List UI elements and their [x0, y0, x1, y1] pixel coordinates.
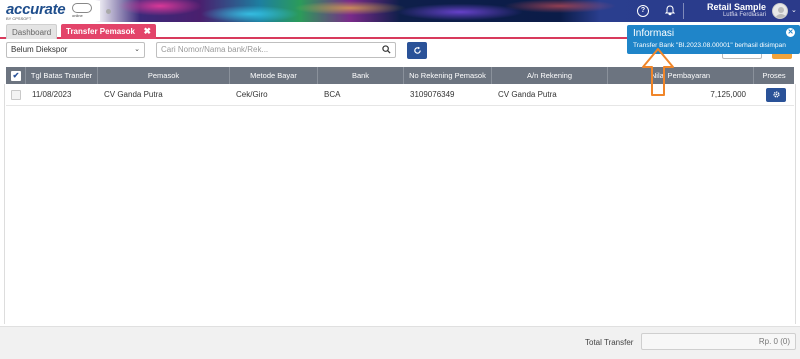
- avatar[interactable]: [772, 3, 788, 19]
- column-header[interactable]: Bank: [318, 67, 404, 84]
- status-dot-icon: [106, 9, 111, 14]
- cell-amount: 7,125,000: [710, 90, 746, 99]
- column-header[interactable]: Tgl Batas Transfer: [26, 67, 98, 84]
- column-header[interactable]: A/n Rekening: [492, 67, 608, 84]
- total-transfer-value: Rp. 0 (0): [641, 333, 796, 350]
- close-icon[interactable]: ✖: [143, 24, 151, 39]
- refresh-icon: [413, 46, 421, 54]
- arrow-up-icon: [642, 48, 674, 96]
- row-checkbox[interactable]: [11, 90, 21, 100]
- column-header[interactable]: Pemasok: [98, 67, 230, 84]
- bell-icon[interactable]: [664, 5, 676, 17]
- cell-method: Cek/Giro: [236, 90, 268, 99]
- select-all-cell: ✔: [6, 67, 26, 84]
- column-header[interactable]: No Rekening Pemasok: [404, 67, 492, 84]
- content-border-right: [795, 84, 796, 324]
- accurate-logo[interactable]: accurate BY CPSSOFT online: [2, 1, 100, 21]
- user-company-name[interactable]: Retail Sample: [700, 2, 766, 12]
- cell-bank: BCA: [324, 90, 341, 99]
- logo-online-text: online: [72, 13, 83, 18]
- column-header[interactable]: Nilai Pembayaran: [608, 67, 754, 84]
- column-header[interactable]: Proses: [754, 67, 794, 84]
- cell-date: 11/08/2023: [32, 90, 72, 99]
- refresh-button[interactable]: [407, 42, 427, 59]
- search-input[interactable]: Cari Nomor/Nama bank/Rek...: [156, 42, 396, 58]
- gear-icon: [772, 91, 780, 98]
- select-all-checkbox[interactable]: ✔: [11, 71, 21, 81]
- status-filter-select[interactable]: Belum Diekspor ⌄: [6, 42, 145, 58]
- search-placeholder: Cari Nomor/Nama bank/Rek...: [161, 45, 269, 54]
- tab-label: Dashboard: [12, 28, 52, 37]
- search-icon[interactable]: [382, 45, 391, 54]
- column-header[interactable]: Metode Bayar: [230, 67, 318, 84]
- header-divider: [683, 3, 684, 19]
- notification-title: Informasi: [633, 28, 675, 39]
- cloud-icon: [72, 3, 92, 13]
- chevron-down-icon[interactable]: ⌄: [791, 6, 797, 14]
- close-icon[interactable]: ✕: [786, 28, 795, 37]
- help-icon[interactable]: ?: [637, 5, 649, 17]
- user-name[interactable]: Lutfia Ferdiasari: [700, 12, 766, 18]
- cell-account-name: CV Ganda Putra: [498, 90, 557, 99]
- cell-account-no: 3109076349: [410, 90, 455, 99]
- content-border-left: [4, 84, 5, 324]
- top-header: accurate BY CPSSOFT online ? Retail Samp…: [0, 0, 800, 22]
- footer-bar: Total Transfer Rp. 0 (0): [0, 326, 800, 359]
- tab-label: Transfer Pemasok: [66, 27, 135, 36]
- cell-supplier: CV Ganda Putra: [104, 90, 163, 99]
- tab-transfer-pemasok[interactable]: Transfer Pemasok ✖: [61, 24, 156, 39]
- logo-subtext: BY CPSSOFT: [6, 16, 32, 21]
- chevron-down-icon: ⌄: [134, 46, 140, 53]
- header-background-art: [100, 0, 620, 22]
- total-transfer-label: Total Transfer: [585, 338, 634, 347]
- process-button[interactable]: [766, 88, 786, 102]
- status-filter-value: Belum Diekspor: [11, 45, 68, 54]
- tab-dashboard[interactable]: Dashboard: [6, 24, 57, 39]
